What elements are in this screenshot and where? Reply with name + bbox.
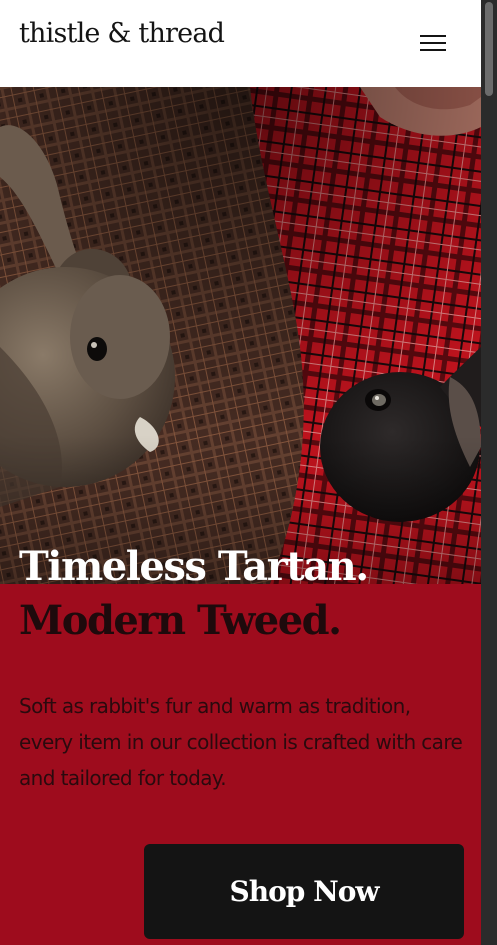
headline-line-1: Timeless Tartan. — [19, 543, 369, 590]
hero-headline: Timeless Tartan. Modern Tweed. — [19, 540, 369, 648]
browser-viewport: thistle & thread Timeless Tartan. Modern… — [0, 0, 497, 945]
vertical-scrollbar[interactable] — [481, 0, 497, 945]
hero-photo-illustration — [0, 87, 481, 584]
site-header: thistle & thread — [0, 0, 481, 87]
shop-now-button[interactable]: Shop Now — [144, 844, 464, 939]
hamburger-menu-icon[interactable] — [413, 28, 453, 58]
menu-bar-bottom — [420, 49, 446, 51]
scrollbar-thumb[interactable] — [485, 2, 493, 96]
menu-bar-middle — [420, 42, 446, 44]
hero-image — [0, 87, 481, 584]
headline-line-2: Modern Tweed. — [19, 597, 342, 644]
brand-logo[interactable]: thistle & thread — [19, 18, 225, 50]
hero-description: Soft as rabbit's fur and warm as traditi… — [19, 694, 463, 790]
page: thistle & thread Timeless Tartan. Modern… — [0, 0, 481, 945]
menu-bar-top — [420, 35, 446, 37]
